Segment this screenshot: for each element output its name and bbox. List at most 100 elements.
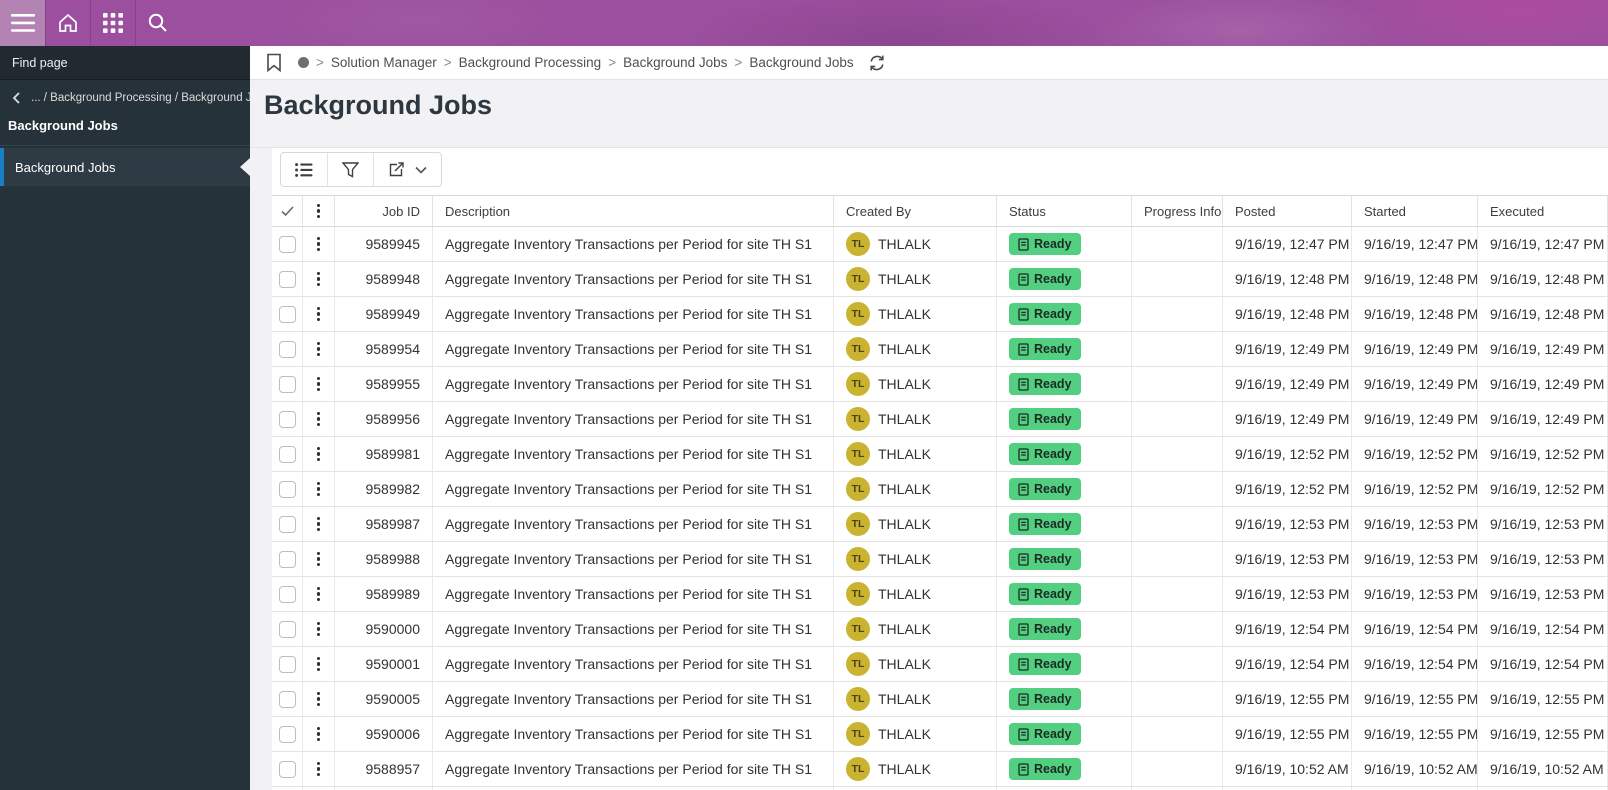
row-checkbox[interactable] bbox=[278, 725, 296, 743]
posted-cell: 9/16/19, 12:49 PM bbox=[1223, 367, 1352, 401]
row-menu-kebab-icon[interactable] bbox=[313, 513, 324, 536]
row-menu-kebab-icon[interactable] bbox=[313, 723, 324, 746]
avatar: TL bbox=[846, 442, 870, 466]
breadcrumb-separator: > bbox=[734, 55, 743, 70]
page-title: Background Jobs bbox=[264, 90, 493, 120]
sidebar-item-background-jobs[interactable]: Background Jobs bbox=[0, 148, 250, 186]
breadcrumb-segment-1[interactable]: Background Processing bbox=[459, 55, 602, 70]
table-row[interactable]: 9589982 Aggregate Inventory Transactions… bbox=[272, 472, 1608, 507]
home-button[interactable] bbox=[45, 0, 90, 46]
table-row[interactable]: 9589955 Aggregate Inventory Transactions… bbox=[272, 367, 1608, 402]
row-menu-header[interactable] bbox=[303, 196, 335, 226]
row-checkbox[interactable] bbox=[278, 480, 296, 498]
breadcrumb-separator: > bbox=[608, 55, 617, 70]
row-checkbox[interactable] bbox=[278, 235, 296, 253]
row-checkbox[interactable] bbox=[278, 760, 296, 778]
row-menu-kebab-icon[interactable] bbox=[313, 233, 324, 256]
posted-cell: 9/16/19, 12:55 PM bbox=[1223, 682, 1352, 716]
job-id-cell: 9589955 bbox=[335, 367, 433, 401]
table-row[interactable]: 9589981 Aggregate Inventory Transactions… bbox=[272, 437, 1608, 472]
column-header-job-id[interactable]: Job ID bbox=[335, 196, 433, 226]
breadcrumb-segment-0[interactable]: Solution Manager bbox=[331, 55, 437, 70]
table-row[interactable]: 9589989 Aggregate Inventory Transactions… bbox=[272, 577, 1608, 612]
row-checkbox[interactable] bbox=[278, 655, 296, 673]
row-checkbox[interactable] bbox=[278, 340, 296, 358]
row-checkbox[interactable] bbox=[278, 690, 296, 708]
bookmark-icon[interactable] bbox=[266, 53, 282, 72]
row-checkbox[interactable] bbox=[278, 515, 296, 533]
avatar: TL bbox=[846, 302, 870, 326]
table-row[interactable]: 9588957 Aggregate Inventory Transactions… bbox=[272, 752, 1608, 787]
row-menu-kebab-icon[interactable] bbox=[313, 618, 324, 641]
row-menu-kebab-icon[interactable] bbox=[313, 478, 324, 501]
column-header-executed[interactable]: Executed bbox=[1478, 196, 1608, 226]
column-header-started[interactable]: Started bbox=[1352, 196, 1478, 226]
row-checkbox[interactable] bbox=[278, 305, 296, 323]
status-label: Ready bbox=[1034, 587, 1072, 601]
list-view-button[interactable] bbox=[281, 153, 327, 186]
search-button[interactable] bbox=[135, 0, 180, 46]
row-menu-kebab-icon[interactable] bbox=[313, 268, 324, 291]
row-checkbox[interactable] bbox=[278, 585, 296, 603]
table-row[interactable]: 9590000 Aggregate Inventory Transactions… bbox=[272, 612, 1608, 647]
row-checkbox[interactable] bbox=[278, 410, 296, 428]
row-menu-kebab-icon[interactable] bbox=[313, 548, 324, 571]
created-by-cell: TL THLALK bbox=[834, 717, 997, 751]
row-menu-kebab-icon[interactable] bbox=[313, 758, 324, 781]
hamburger-icon bbox=[10, 14, 35, 32]
document-icon bbox=[1018, 342, 1029, 356]
column-header-description[interactable]: Description bbox=[433, 196, 834, 226]
row-menu-kebab-icon[interactable] bbox=[313, 443, 324, 466]
row-menu-kebab-icon[interactable] bbox=[313, 653, 324, 676]
breadcrumb-segment-2[interactable]: Background Jobs bbox=[623, 55, 727, 70]
started-cell: 9/16/19, 12:52 PM bbox=[1352, 472, 1478, 506]
app-grid-button[interactable] bbox=[90, 0, 135, 46]
table-row[interactable]: 9589987 Aggregate Inventory Transactions… bbox=[272, 507, 1608, 542]
row-menu-kebab-icon[interactable] bbox=[313, 408, 324, 431]
row-menu-kebab-icon[interactable] bbox=[313, 338, 324, 361]
creator-name: THLALK bbox=[878, 516, 931, 532]
row-checkbox[interactable] bbox=[278, 620, 296, 638]
posted-cell: 9/16/19, 12:47 PM bbox=[1223, 227, 1352, 261]
table-row[interactable]: 9589956 Aggregate Inventory Transactions… bbox=[272, 402, 1608, 437]
progress-info-cell bbox=[1132, 612, 1223, 646]
table-row[interactable]: 9589948 Aggregate Inventory Transactions… bbox=[272, 262, 1608, 297]
executed-cell: 9/16/19, 12:53 PM bbox=[1478, 577, 1608, 611]
hamburger-menu-button[interactable] bbox=[0, 0, 45, 46]
table-row[interactable]: 9589949 Aggregate Inventory Transactions… bbox=[272, 297, 1608, 332]
filter-button[interactable] bbox=[327, 153, 373, 186]
table-row[interactable]: 9589954 Aggregate Inventory Transactions… bbox=[272, 332, 1608, 367]
job-id-cell: 9589987 bbox=[335, 507, 433, 541]
table-row[interactable]: 9590001 Aggregate Inventory Transactions… bbox=[272, 647, 1608, 682]
row-menu-kebab-icon[interactable] bbox=[313, 583, 324, 606]
select-all-header[interactable] bbox=[272, 196, 303, 226]
column-header-created-by[interactable]: Created By bbox=[834, 196, 997, 226]
column-header-status[interactable]: Status bbox=[997, 196, 1132, 226]
column-header-progress-info[interactable]: Progress Info bbox=[1132, 196, 1223, 226]
status-badge: Ready bbox=[1009, 443, 1081, 465]
sidebar: Find page ... / Background Processing / … bbox=[0, 46, 270, 790]
row-checkbox[interactable] bbox=[278, 375, 296, 393]
status-cell: Ready bbox=[997, 647, 1132, 681]
breadcrumb-segment-3[interactable]: Background Jobs bbox=[749, 55, 853, 70]
row-checkbox[interactable] bbox=[278, 550, 296, 568]
row-checkbox[interactable] bbox=[278, 270, 296, 288]
row-menu-kebab-icon[interactable] bbox=[313, 373, 324, 396]
table-row[interactable]: 9589945 Aggregate Inventory Transactions… bbox=[272, 227, 1608, 262]
row-checkbox[interactable] bbox=[278, 445, 296, 463]
table-row[interactable]: 9590005 Aggregate Inventory Transactions… bbox=[272, 682, 1608, 717]
export-button[interactable] bbox=[373, 153, 441, 186]
find-page-button[interactable]: Find page bbox=[0, 46, 250, 80]
column-header-posted[interactable]: Posted bbox=[1223, 196, 1352, 226]
table-row[interactable]: 9589988 Aggregate Inventory Transactions… bbox=[272, 542, 1608, 577]
document-icon bbox=[1018, 727, 1029, 741]
row-menu-kebab-icon[interactable] bbox=[313, 303, 324, 326]
row-menu-kebab-icon[interactable] bbox=[313, 688, 324, 711]
sidebar-back-button[interactable]: ... / Background Processing / Background… bbox=[0, 80, 270, 104]
table-row[interactable]: 9590006 Aggregate Inventory Transactions… bbox=[272, 717, 1608, 752]
refresh-icon[interactable] bbox=[868, 54, 886, 72]
app-window: Find page ... / Background Processing / … bbox=[0, 0, 1608, 790]
status-dot[interactable] bbox=[298, 57, 309, 68]
started-cell: 9/16/19, 12:48 PM bbox=[1352, 297, 1478, 331]
started-cell: 9/16/19, 12:49 PM bbox=[1352, 332, 1478, 366]
